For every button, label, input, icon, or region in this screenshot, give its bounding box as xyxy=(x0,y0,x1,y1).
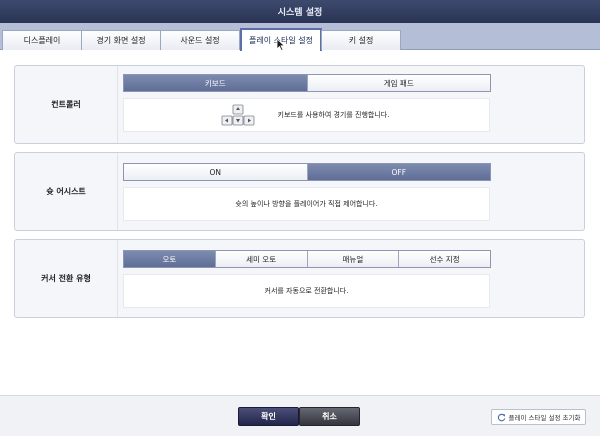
shot-assist-options: ON OFF xyxy=(123,163,491,181)
tab-bar: 디스플레이 경기 화면 설정 사운드 설정 플레이 스타일 설정 키 설정 xyxy=(0,23,600,51)
cursor-switch-section: 커서 전환 유형 오토 세미 오토 매뉴얼 선수 지정 커서를 자동으로 전환합… xyxy=(14,239,585,318)
controller-description: 키보드를 사용하여 경기를 진행합니다. xyxy=(277,111,390,119)
option-player-select[interactable]: 선수 지정 xyxy=(399,251,490,267)
tab-sound[interactable]: 사운드 설정 xyxy=(160,30,240,50)
shot-assist-section: 슛 어시스트 ON OFF 슛의 높이나 방향을 플레이어가 직접 제어합니다. xyxy=(14,152,585,231)
cursor-switch-options: 오토 세미 오토 매뉴얼 선수 지정 xyxy=(123,250,491,268)
reset-play-style-label: 플레이 스타일 설정 초기화 xyxy=(508,414,581,422)
cancel-button[interactable]: 취소 xyxy=(299,407,360,426)
tab-display[interactable]: 디스플레이 xyxy=(2,30,82,50)
refresh-icon xyxy=(497,413,505,421)
option-off[interactable]: OFF xyxy=(307,164,490,180)
option-gamepad[interactable]: 게임 패드 xyxy=(308,75,491,91)
option-auto[interactable]: 오토 xyxy=(124,251,216,267)
shot-assist-description-box: 슛의 높이나 방향을 플레이어가 직접 제어합니다. xyxy=(123,187,490,221)
controller-label: 컨트롤러 xyxy=(15,66,118,143)
mouse-cursor-icon xyxy=(276,38,286,51)
window-title-bar: 시스템 설정 xyxy=(0,0,600,23)
confirm-button[interactable]: 확인 xyxy=(238,407,299,426)
option-on[interactable]: ON xyxy=(124,164,308,180)
shot-assist-description: 슛의 높이나 방향을 플레이어가 직접 제어합니다. xyxy=(235,200,378,208)
controller-options: 키보드 게임 패드 xyxy=(123,74,491,92)
controller-description-box: 키보드를 사용하여 경기를 진행합니다. xyxy=(123,98,490,132)
shot-assist-label: 슛 어시스트 xyxy=(15,153,118,230)
reset-play-style-button[interactable]: 플레이 스타일 설정 초기화 xyxy=(491,409,586,425)
cursor-switch-description: 커서를 자동으로 전환합니다. xyxy=(264,287,349,295)
option-semi-auto[interactable]: 세미 오토 xyxy=(216,251,308,267)
keyboard-keys-icon xyxy=(221,104,255,126)
tab-key-settings[interactable]: 키 설정 xyxy=(321,30,401,50)
dialog-footer: 확인 취소 플레이 스타일 설정 초기화 xyxy=(0,395,600,436)
settings-content: 컨트롤러 키보드 게임 패드 키보드를 사용하여 경기를 진행합니다. 슛 어시… xyxy=(0,51,600,395)
cursor-switch-label: 커서 전환 유형 xyxy=(15,240,118,317)
tab-match-screen[interactable]: 경기 화면 설정 xyxy=(81,30,161,50)
window-title: 시스템 설정 xyxy=(277,8,323,18)
controller-section: 컨트롤러 키보드 게임 패드 키보드를 사용하여 경기를 진행합니다. xyxy=(14,65,585,144)
option-keyboard[interactable]: 키보드 xyxy=(124,75,308,91)
cursor-switch-description-box: 커서를 자동으로 전환합니다. xyxy=(123,274,490,308)
option-manual[interactable]: 매뉴얼 xyxy=(308,251,400,267)
